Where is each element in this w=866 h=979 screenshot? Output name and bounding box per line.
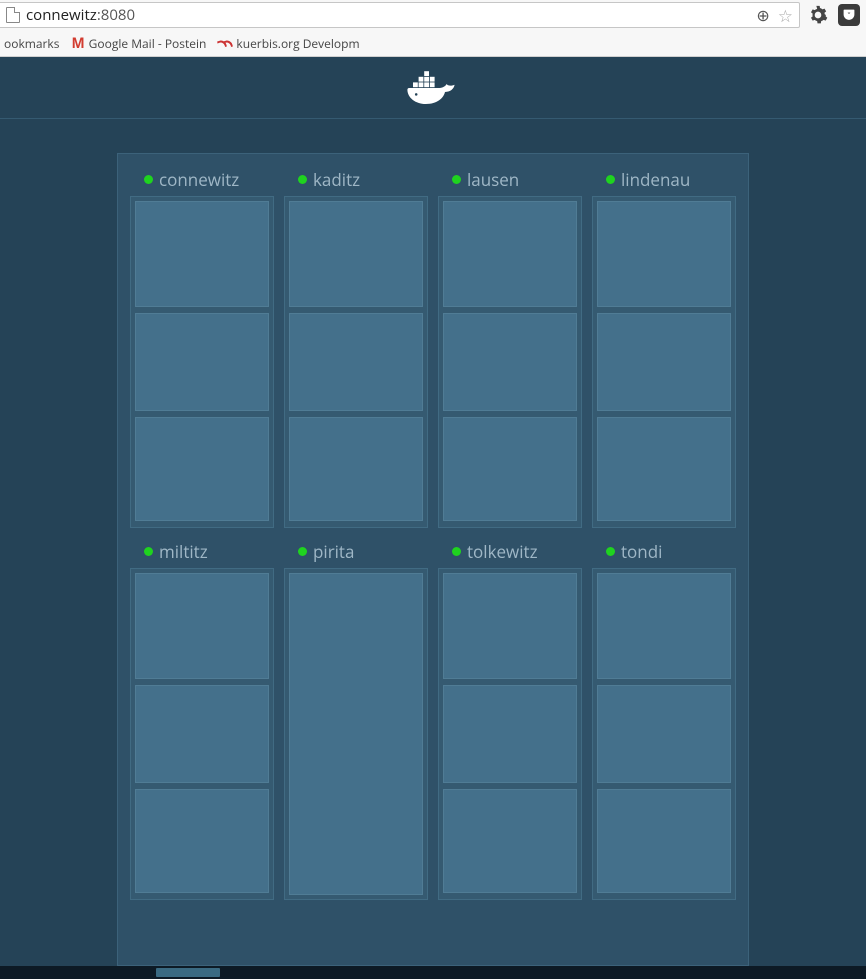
node-header: tolkewitz — [438, 540, 582, 562]
service-box[interactable] — [443, 313, 577, 411]
node-body — [130, 196, 274, 528]
service-box[interactable] — [443, 417, 577, 521]
status-dot-icon — [452, 547, 461, 556]
node-header: connewitz — [130, 168, 274, 190]
bookmark-gmail[interactable]: M Google Mail - Postein — [71, 34, 206, 53]
service-box[interactable] — [135, 685, 269, 783]
node-tolkewitz[interactable]: tolkewitz — [438, 540, 582, 900]
status-dot-icon — [606, 175, 615, 184]
service-box[interactable] — [135, 313, 269, 411]
zoom-icon[interactable]: ⊕ — [756, 4, 769, 26]
app-body: connewitz kaditz lausen lindenau miltitz piri… — [0, 119, 866, 966]
service-box[interactable] — [289, 573, 423, 895]
bookmarks-overflow[interactable]: ookmarks — [4, 35, 59, 52]
bookmark-star-icon[interactable]: ☆ — [778, 4, 793, 27]
pocket-icon[interactable] — [838, 4, 860, 26]
node-name: tondi — [621, 540, 662, 563]
address-bar[interactable]: connewitz:8080 ⊕ ☆ — [0, 2, 800, 28]
node-lausen[interactable]: lausen — [438, 168, 582, 528]
service-box[interactable] — [135, 789, 269, 893]
service-box[interactable] — [597, 685, 731, 783]
chrome-toolbar-icons — [800, 4, 860, 26]
status-dot-icon — [298, 175, 307, 184]
service-box[interactable] — [443, 573, 577, 679]
service-box[interactable] — [135, 417, 269, 521]
node-body — [284, 196, 428, 528]
address-bar-icons: ⊕ ☆ — [750, 4, 799, 27]
node-name: lindenau — [621, 168, 690, 191]
service-box[interactable] — [597, 201, 731, 307]
service-box[interactable] — [443, 201, 577, 307]
status-dot-icon — [144, 547, 153, 556]
bookmarks-bar: ookmarks M Google Mail - Postein kuerbis… — [0, 30, 866, 56]
bookmark-gmail-label: Google Mail - Postein — [89, 35, 207, 52]
node-kaditz[interactable]: kaditz — [284, 168, 428, 528]
node-header: tondi — [592, 540, 736, 562]
service-box[interactable] — [289, 417, 423, 521]
node-connewitz[interactable]: connewitz — [130, 168, 274, 528]
status-dot-icon — [452, 175, 461, 184]
bookmark-kuerbis[interactable]: kuerbis.org Developm — [218, 35, 359, 52]
node-name: lausen — [467, 168, 519, 191]
status-dot-icon — [606, 547, 615, 556]
docker-logo-icon — [405, 68, 461, 108]
service-box[interactable] — [443, 789, 577, 893]
node-name: miltitz — [159, 540, 208, 563]
kuerbis-icon — [218, 38, 232, 48]
node-name: connewitz — [159, 168, 239, 191]
service-box[interactable] — [289, 201, 423, 307]
node-header: pirita — [284, 540, 428, 562]
service-box[interactable] — [597, 789, 731, 893]
node-tondi[interactable]: tondi — [592, 540, 736, 900]
url-host: connewitz — [26, 5, 97, 25]
node-body — [592, 568, 736, 900]
node-body — [130, 568, 274, 900]
docker-swarm-visualizer: connewitz kaditz lausen lindenau miltitz piri… — [0, 57, 866, 966]
gmail-icon: M — [71, 34, 84, 53]
node-body — [438, 568, 582, 900]
node-body — [284, 568, 428, 900]
service-box[interactable] — [597, 573, 731, 679]
status-dot-icon — [144, 175, 153, 184]
browser-chrome: connewitz:8080 ⊕ ☆ ookmarks M Google Mai… — [0, 0, 866, 57]
cluster-panel: connewitz kaditz lausen lindenau miltitz piri… — [117, 153, 749, 966]
os-taskbar — [0, 966, 866, 979]
file-icon — [6, 7, 20, 23]
node-header: lausen — [438, 168, 582, 190]
url-text: connewitz:8080 — [26, 5, 135, 25]
bookmarks-label: ookmarks — [4, 35, 59, 52]
service-box[interactable] — [135, 201, 269, 307]
node-pirita[interactable]: pirita — [284, 540, 428, 900]
node-header: miltitz — [130, 540, 274, 562]
address-row: connewitz:8080 ⊕ ☆ — [0, 0, 866, 30]
gear-icon[interactable] — [808, 5, 828, 25]
bookmark-kuerbis-label: kuerbis.org Developm — [236, 35, 359, 52]
service-box[interactable] — [135, 573, 269, 679]
node-header: kaditz — [284, 168, 428, 190]
service-box[interactable] — [289, 313, 423, 411]
node-lindenau[interactable]: lindenau — [592, 168, 736, 528]
url-port: :8080 — [97, 5, 135, 25]
status-dot-icon — [298, 547, 307, 556]
service-box[interactable] — [597, 313, 731, 411]
node-header: lindenau — [592, 168, 736, 190]
node-name: tolkewitz — [467, 540, 538, 563]
service-box[interactable] — [443, 685, 577, 783]
taskbar-item[interactable] — [156, 968, 220, 977]
app-header — [0, 57, 866, 119]
node-name: pirita — [313, 540, 354, 563]
node-body — [438, 196, 582, 528]
node-body — [592, 196, 736, 528]
node-grid: connewitz kaditz lausen lindenau miltitz piri… — [130, 168, 736, 900]
node-miltitz[interactable]: miltitz — [130, 540, 274, 900]
service-box[interactable] — [597, 417, 731, 521]
node-name: kaditz — [313, 168, 360, 191]
